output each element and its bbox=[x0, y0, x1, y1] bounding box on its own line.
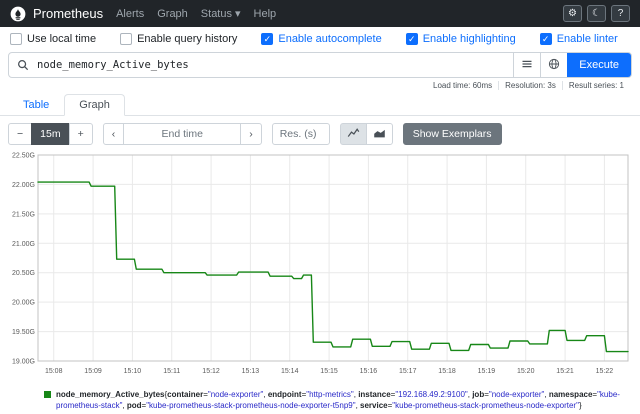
navbar-right-buttons: ⚙ ☾ ? bbox=[563, 5, 630, 22]
checkbox-checked-icon bbox=[261, 33, 273, 45]
end-time-selector: ‹ › bbox=[103, 123, 262, 145]
help-button[interactable]: ? bbox=[611, 5, 630, 22]
stacked-chart-icon bbox=[373, 126, 386, 142]
query-history-button[interactable] bbox=[513, 53, 540, 77]
svg-text:15:13: 15:13 bbox=[242, 368, 260, 375]
query-stats: Load time: 60ms Resolution: 3s Result se… bbox=[0, 78, 640, 90]
svg-text:21.00G: 21.00G bbox=[12, 241, 35, 248]
enable-autocomplete-checkbox[interactable]: Enable autocomplete bbox=[261, 33, 381, 45]
line-chart-icon bbox=[347, 126, 360, 142]
time-series-chart[interactable]: 19.00G 19.50G 20.00G 20.50G 21.00G 21.50G 22.0… bbox=[8, 149, 632, 381]
svg-text:15:12: 15:12 bbox=[202, 368, 220, 375]
enable-query-history-checkbox[interactable]: Enable query history bbox=[120, 33, 237, 45]
tab-graph[interactable]: Graph bbox=[64, 94, 125, 116]
svg-text:15:16: 15:16 bbox=[360, 368, 378, 375]
use-local-time-checkbox[interactable]: Use local time bbox=[10, 33, 96, 45]
end-time-input[interactable] bbox=[123, 123, 241, 145]
svg-text:20.50G: 20.50G bbox=[12, 270, 35, 277]
svg-text:20.00G: 20.00G bbox=[12, 300, 35, 307]
metrics-explorer-button[interactable] bbox=[540, 53, 567, 77]
series-legend[interactable]: node_memory_Active_bytes{container="node… bbox=[44, 389, 622, 411]
brand[interactable]: Prometheus bbox=[33, 6, 103, 21]
search-icon bbox=[9, 53, 37, 77]
theme-toggle-button[interactable]: ☾ bbox=[587, 5, 606, 22]
nav-graph[interactable]: Graph bbox=[157, 8, 188, 20]
nav-alerts[interactable]: Alerts bbox=[116, 8, 144, 20]
nav-status-dropdown[interactable]: Status ▾ bbox=[201, 7, 241, 20]
resolution: Resolution: 3s bbox=[498, 81, 562, 90]
checkbox-checked-icon bbox=[540, 33, 552, 45]
checkbox-label: Enable autocomplete bbox=[278, 33, 381, 45]
execute-button[interactable]: Execute bbox=[567, 53, 631, 77]
question-icon: ? bbox=[618, 8, 624, 19]
load-time: Load time: 60ms bbox=[427, 81, 498, 90]
query-options-bar: Use local time Enable query history Enab… bbox=[0, 27, 640, 50]
range-decrease-button[interactable]: − bbox=[8, 123, 32, 145]
checkbox-label: Enable highlighting bbox=[423, 33, 516, 45]
chart-type-toggle bbox=[340, 123, 393, 145]
svg-text:15:10: 15:10 bbox=[124, 368, 142, 375]
svg-text:15:08: 15:08 bbox=[45, 368, 63, 375]
result-tabs: Table Graph bbox=[0, 91, 640, 116]
checkbox-icon bbox=[10, 33, 22, 45]
series-label: node_memory_Active_bytes{container="node… bbox=[56, 389, 622, 411]
tab-table[interactable]: Table bbox=[8, 94, 64, 116]
svg-text:15:22: 15:22 bbox=[596, 368, 614, 375]
nav-graph-label: Graph bbox=[157, 8, 188, 20]
stacked-chart-toggle[interactable] bbox=[366, 123, 393, 145]
nav-help[interactable]: Help bbox=[254, 8, 277, 20]
svg-text:19.00G: 19.00G bbox=[12, 359, 35, 366]
range-increase-button[interactable]: + bbox=[69, 123, 93, 145]
enable-highlighting-checkbox[interactable]: Enable highlighting bbox=[406, 33, 516, 45]
result-series: Result series: 1 bbox=[562, 81, 630, 90]
checkbox-icon bbox=[120, 33, 132, 45]
enable-linter-checkbox[interactable]: Enable linter bbox=[540, 33, 618, 45]
time-forward-button[interactable]: › bbox=[240, 123, 262, 145]
checkbox-label: Use local time bbox=[27, 33, 96, 45]
time-back-button[interactable]: ‹ bbox=[103, 123, 125, 145]
svg-text:15:18: 15:18 bbox=[438, 368, 456, 375]
checkbox-label: Enable linter bbox=[557, 33, 618, 45]
show-exemplars-button[interactable]: Show Exemplars bbox=[403, 123, 502, 145]
menu-lines-icon bbox=[521, 58, 533, 73]
svg-text:15:14: 15:14 bbox=[281, 368, 299, 375]
svg-text:15:11: 15:11 bbox=[163, 368, 180, 375]
graph-controls: − 15m + ‹ › Show Exemplars bbox=[8, 123, 632, 145]
query-bar: Execute bbox=[8, 52, 632, 78]
svg-text:15:17: 15:17 bbox=[399, 368, 417, 375]
gear-icon: ⚙ bbox=[568, 8, 577, 19]
svg-text:19.50G: 19.50G bbox=[12, 329, 35, 336]
chevron-right-icon: › bbox=[249, 128, 253, 140]
nav-alerts-label: Alerts bbox=[116, 8, 144, 20]
svg-text:22.50G: 22.50G bbox=[12, 153, 35, 160]
chevron-left-icon: ‹ bbox=[112, 128, 116, 140]
graph-panel: 19.00G 19.50G 20.00G 20.50G 21.00G 21.50G 22.0… bbox=[8, 149, 632, 411]
navbar: Prometheus Alerts Graph Status ▾ Help ⚙ … bbox=[0, 0, 640, 27]
svg-text:15:21: 15:21 bbox=[556, 368, 574, 375]
resolution-input[interactable] bbox=[272, 123, 330, 145]
svg-text:15:15: 15:15 bbox=[320, 368, 338, 375]
svg-text:15:19: 15:19 bbox=[478, 368, 496, 375]
settings-button[interactable]: ⚙ bbox=[563, 5, 582, 22]
range-value-button[interactable]: 15m bbox=[31, 123, 69, 145]
prometheus-logo-icon[interactable] bbox=[10, 6, 26, 22]
checkbox-checked-icon bbox=[406, 33, 418, 45]
range-selector: − 15m + bbox=[8, 123, 93, 145]
series-color-swatch bbox=[44, 391, 51, 398]
svg-text:22.00G: 22.00G bbox=[12, 182, 35, 189]
svg-text:15:20: 15:20 bbox=[517, 368, 535, 375]
nav-help-label: Help bbox=[254, 8, 277, 20]
nav-status-label: Status bbox=[201, 8, 232, 20]
query-input[interactable] bbox=[37, 53, 513, 77]
line-chart-toggle[interactable] bbox=[340, 123, 367, 145]
caret-down-icon: ▾ bbox=[235, 7, 241, 20]
svg-text:15:09: 15:09 bbox=[84, 368, 102, 375]
moon-icon: ☾ bbox=[592, 8, 601, 19]
globe-icon bbox=[548, 58, 560, 73]
checkbox-label: Enable query history bbox=[137, 33, 237, 45]
svg-text:21.50G: 21.50G bbox=[12, 211, 35, 218]
